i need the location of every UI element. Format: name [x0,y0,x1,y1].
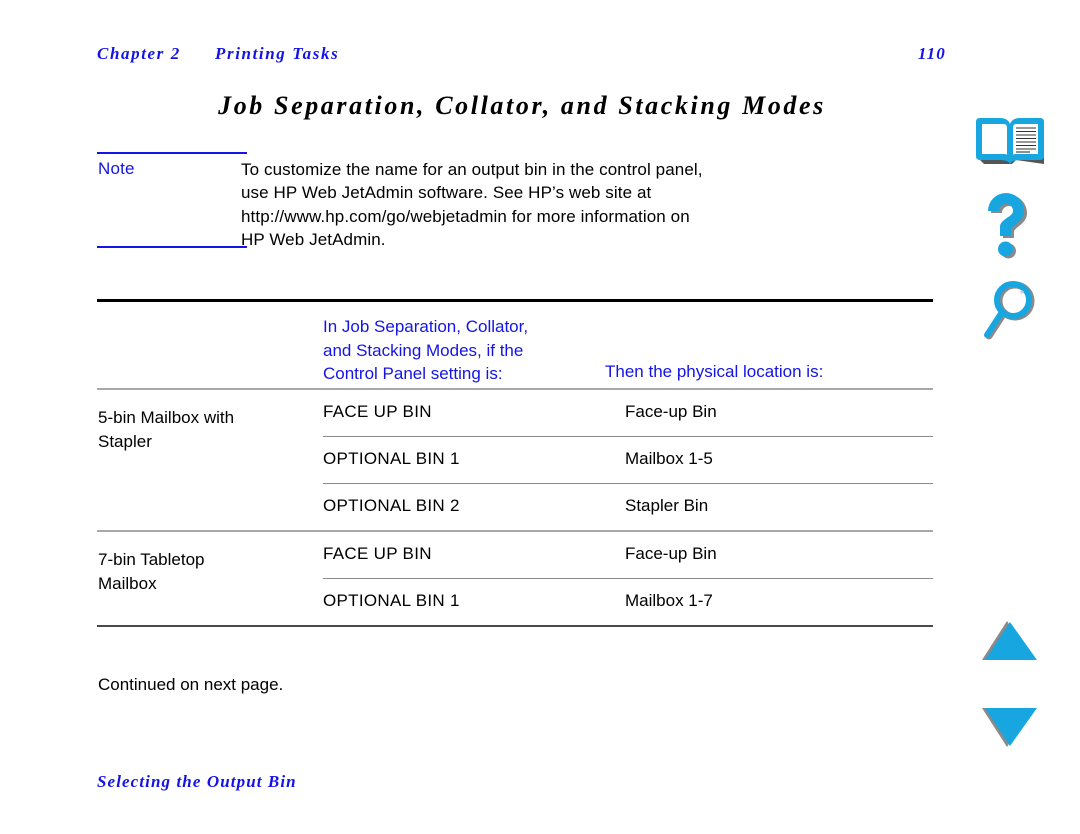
page-title: Job Separation, Collator, and Stacking M… [218,91,826,120]
book-icon [976,118,1044,164]
cell-physical-location: Stapler Bin [625,496,709,515]
table-row: FACE UP BIN Face-up Bin [97,532,933,578]
header-chapter-label: Chapter 2 [97,44,181,63]
previous-page-nav-button[interactable] [955,618,1065,670]
cell-control-panel-setting: FACE UP BIN [323,402,432,421]
cell-control-panel-setting: OPTIONAL BIN 1 [323,591,460,610]
table-row: FACE UP BIN Face-up Bin [97,390,933,436]
footer-topic-label: Selecting the Output Bin [97,772,297,791]
note-label: Note [98,159,135,178]
table-row: OPTIONAL BIN 1 Mailbox 1-5 [97,437,933,483]
cell-physical-location: Face-up Bin [625,402,717,421]
book-nav-button[interactable] [955,114,1065,174]
table-header-row: In Job Separation, Collator, and Stackin… [97,302,933,388]
column-header-line: In Job Separation, Collator, [323,317,529,336]
table-row: OPTIONAL BIN 2 Stapler Bin [97,484,933,530]
magnifying-glass-icon [984,281,1035,340]
column-header-physical-location: Then the physical location is: [605,362,824,381]
note-rule-bottom [97,246,247,248]
note-line: To customize the name for an output bin … [241,160,703,179]
cell-physical-location: Mailbox 1-7 [625,591,713,610]
column-header-control-panel-setting: In Job Separation, Collator, and Stackin… [323,315,603,386]
cell-control-panel-setting: OPTIONAL BIN 2 [323,496,460,515]
note-rule-top [97,152,247,154]
note-body: To customize the name for an output bin … [241,158,841,252]
search-nav-button[interactable] [955,278,1065,350]
help-nav-button[interactable] [955,192,1065,264]
cell-physical-location: Mailbox 1-5 [625,449,713,468]
table-bottom-border [97,625,933,627]
running-header: Chapter 2 Printing Tasks 110 [97,44,963,70]
cell-physical-location: Face-up Bin [625,544,717,563]
triangle-up-icon [982,621,1037,660]
question-mark-icon [988,193,1027,259]
continued-on-next-page-text: Continued on next page. [98,675,284,694]
header-section-label: Printing Tasks [215,44,340,63]
output-bin-table: In Job Separation, Collator, and Stackin… [97,299,933,627]
note-line: HP Web JetAdmin. [241,230,386,250]
table-row-group: 5-bin Mailbox with Stapler FACE UP BIN F… [97,390,933,530]
table-row: OPTIONAL BIN 1 Mailbox 1-7 [97,579,933,625]
navigation-sidebar [955,0,1080,834]
triangle-down-icon [982,708,1037,747]
note-line: use HP Web JetAdmin software. See HP’s w… [241,183,652,203]
table-row-group: 7-bin Tabletop Mailbox FACE UP BIN Face-… [97,532,933,625]
column-header-line: and Stacking Modes, if the [323,340,524,360]
note-line: http://www.hp.com/go/webjetadmin for mor… [241,206,690,226]
column-header-line: Control Panel setting is: [323,364,503,383]
page-number: 110 [917,44,946,63]
next-page-nav-button[interactable] [955,704,1065,756]
cell-control-panel-setting: FACE UP BIN [323,544,432,563]
cell-control-panel-setting: OPTIONAL BIN 1 [323,449,460,468]
